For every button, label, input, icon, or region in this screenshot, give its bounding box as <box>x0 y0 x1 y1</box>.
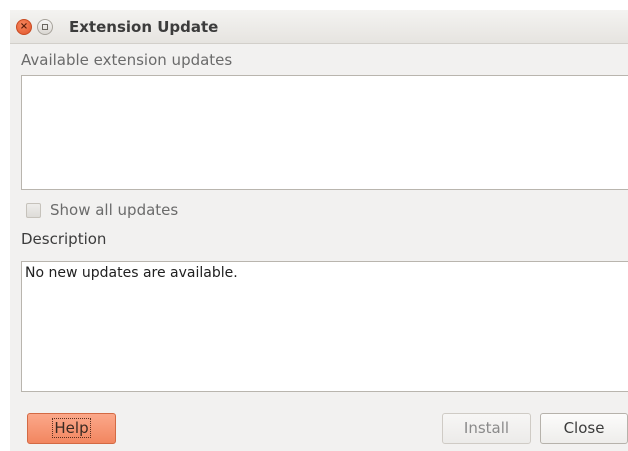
available-updates-label: Available extension updates <box>21 51 233 69</box>
window-close-icon[interactable]: × <box>16 19 32 35</box>
window-maximize-icon[interactable] <box>37 19 53 35</box>
help-button-label: Help <box>52 418 91 438</box>
help-button[interactable]: Help <box>27 413 116 444</box>
install-button[interactable]: Install <box>442 413 531 444</box>
extension-update-dialog: × Extension Update Available extension u… <box>10 10 628 451</box>
description-text: No new updates are available. <box>25 265 238 281</box>
maximize-square-glyph <box>42 24 48 30</box>
close-button[interactable]: Close <box>540 413 628 444</box>
show-all-updates-checkbox[interactable] <box>26 203 41 218</box>
available-updates-list[interactable] <box>21 75 628 190</box>
description-box[interactable]: No new updates are available. <box>21 261 628 392</box>
window-title: Extension Update <box>69 18 219 36</box>
description-label: Description <box>21 230 107 248</box>
title-bar[interactable]: × Extension Update <box>10 10 628 44</box>
show-all-updates-label[interactable]: Show all updates <box>50 201 178 219</box>
